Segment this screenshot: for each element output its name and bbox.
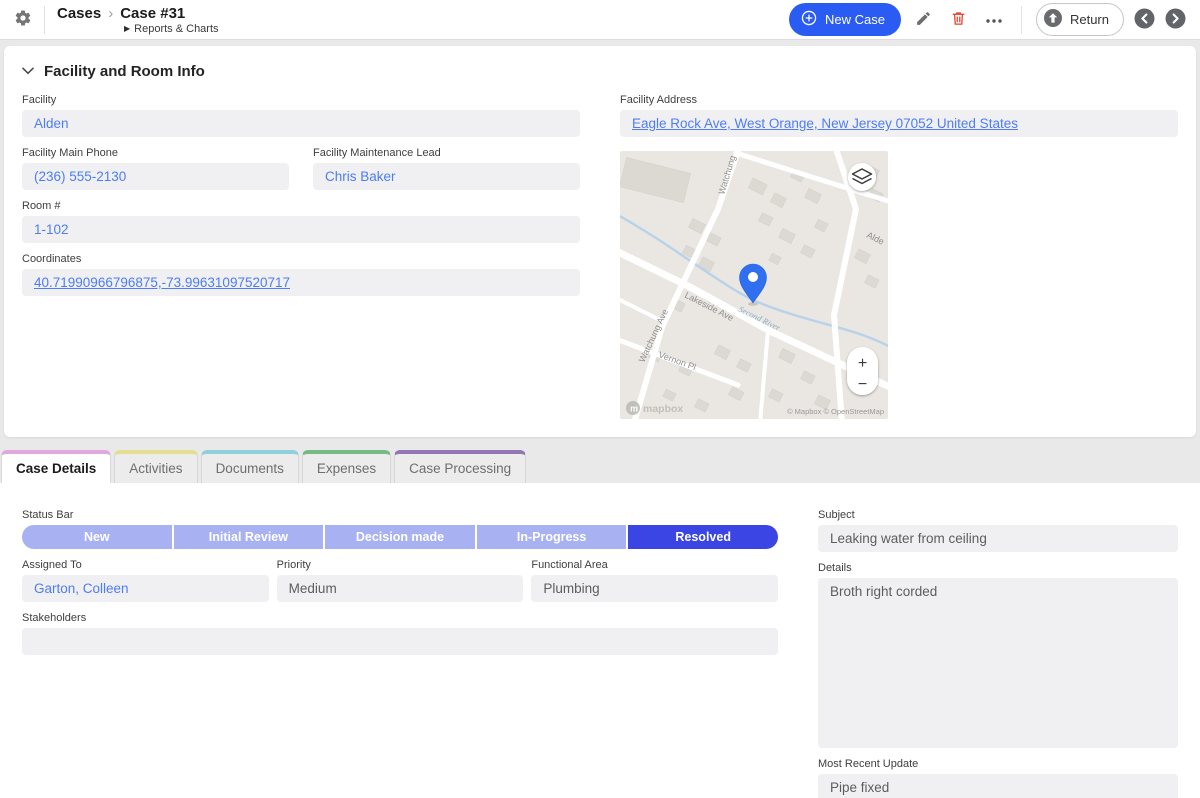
case-details-panel: Status Bar New Initial Review Decision m… bbox=[0, 483, 1200, 798]
tab-case-processing[interactable]: Case Processing bbox=[394, 450, 526, 483]
tab-expenses[interactable]: Expenses bbox=[302, 450, 391, 483]
previous-record-button[interactable] bbox=[1134, 8, 1155, 32]
priority-label: Priority bbox=[277, 559, 524, 571]
phone-value-link[interactable]: (236) 555-2130 bbox=[34, 169, 126, 184]
status-stage-decision-made: Decision made bbox=[325, 525, 475, 549]
assigned-to-value-link[interactable]: Garton, Colleen bbox=[34, 581, 129, 596]
edit-button[interactable] bbox=[911, 6, 936, 34]
breadcrumb-separator: › bbox=[108, 5, 113, 22]
maintenance-lead-label: Facility Maintenance Lead bbox=[313, 147, 580, 159]
room-value: 1-102 bbox=[34, 222, 69, 237]
breadcrumb: Cases › Case #31 ▶ Reports & Charts bbox=[57, 5, 219, 35]
reports-charts-link[interactable]: ▶ Reports & Charts bbox=[124, 23, 219, 35]
functional-area-label: Functional Area bbox=[531, 559, 778, 571]
facility-field: Alden bbox=[22, 110, 580, 137]
status-stage-in-progress: In-Progress bbox=[477, 525, 627, 549]
recent-update-label: Most Recent Update bbox=[818, 758, 1178, 770]
status-stage-resolved: Resolved bbox=[628, 525, 778, 549]
section-title: Facility and Room Info bbox=[44, 63, 205, 80]
arrow-up-circle-icon bbox=[1043, 8, 1063, 31]
gear-icon bbox=[14, 9, 32, 30]
details-field: Broth right corded bbox=[818, 578, 1178, 748]
breadcrumb-root-link[interactable]: Cases bbox=[57, 5, 101, 22]
coordinates-value-link[interactable]: 40.71990966796875,-73.99631097520717 bbox=[34, 275, 290, 290]
tab-documents[interactable]: Documents bbox=[201, 450, 299, 483]
ellipsis-icon bbox=[985, 12, 1003, 27]
chevron-left-circle-icon bbox=[1134, 8, 1155, 32]
tab-case-details[interactable]: Case Details bbox=[1, 450, 111, 483]
facility-label: Facility bbox=[22, 94, 580, 106]
recent-update-field: Pipe fixed bbox=[818, 774, 1178, 798]
details-label: Details bbox=[818, 562, 1178, 574]
status-stage-initial-review: Initial Review bbox=[174, 525, 324, 549]
new-case-button[interactable]: New Case bbox=[789, 3, 901, 36]
room-label: Room # bbox=[22, 200, 580, 212]
return-button[interactable]: Return bbox=[1036, 3, 1124, 36]
more-menu-button[interactable] bbox=[981, 8, 1007, 31]
delete-button[interactable] bbox=[946, 6, 971, 34]
assigned-to-label: Assigned To bbox=[22, 559, 269, 571]
facility-room-info-section: Facility and Room Info Facility Alden Fa… bbox=[4, 46, 1196, 437]
phone-label: Facility Main Phone bbox=[22, 147, 289, 159]
phone-field: (236) 555-2130 bbox=[22, 163, 289, 190]
status-bar-label: Status Bar bbox=[22, 509, 778, 521]
stakeholders-label: Stakeholders bbox=[22, 612, 778, 624]
status-bar: New Initial Review Decision made In-Prog… bbox=[22, 525, 778, 549]
room-field: 1-102 bbox=[22, 216, 580, 243]
svg-text:m: m bbox=[630, 404, 638, 414]
functional-area-field: Plumbing bbox=[531, 575, 778, 602]
priority-field: Medium bbox=[277, 575, 524, 602]
coordinates-field: 40.71990966796875,-73.99631097520717 bbox=[22, 269, 580, 296]
page-title: Case #31 bbox=[120, 5, 185, 22]
divider bbox=[44, 6, 45, 34]
coordinates-label: Coordinates bbox=[22, 253, 580, 265]
mapbox-logo: m mapbox bbox=[626, 401, 683, 415]
subject-label: Subject bbox=[818, 509, 1178, 521]
next-record-button[interactable] bbox=[1165, 8, 1186, 32]
zoom-in-button[interactable]: + bbox=[858, 355, 867, 372]
stakeholders-field bbox=[22, 628, 778, 655]
address-field: Eagle Rock Ave, West Orange, New Jersey … bbox=[620, 110, 1178, 137]
settings-gear-button[interactable] bbox=[10, 5, 36, 34]
subject-field: Leaking water from ceiling bbox=[818, 525, 1178, 552]
maintenance-lead-field: Chris Baker bbox=[313, 163, 580, 190]
chevron-down-icon bbox=[22, 62, 34, 80]
divider bbox=[1021, 6, 1022, 34]
section-collapse-header[interactable]: Facility and Room Info bbox=[22, 62, 1178, 80]
zoom-out-button[interactable]: − bbox=[858, 376, 867, 393]
facility-value-link[interactable]: Alden bbox=[34, 116, 69, 131]
tab-activities[interactable]: Activities bbox=[114, 450, 197, 483]
map-attribution[interactable]: © Mapbox © OpenStreetMap bbox=[787, 407, 884, 416]
plus-circle-icon bbox=[801, 10, 817, 29]
record-tabs: Case Details Activities Documents Expens… bbox=[0, 450, 1200, 483]
svg-text:mapbox: mapbox bbox=[643, 403, 683, 415]
maintenance-lead-value-link[interactable]: Chris Baker bbox=[325, 169, 396, 184]
triangle-right-icon: ▶ bbox=[124, 24, 130, 33]
status-stage-new: New bbox=[22, 525, 172, 549]
trash-icon bbox=[950, 10, 967, 30]
assigned-to-field: Garton, Colleen bbox=[22, 575, 269, 602]
address-value-link[interactable]: Eagle Rock Ave, West Orange, New Jersey … bbox=[632, 116, 1018, 131]
chevron-right-circle-icon bbox=[1165, 8, 1186, 32]
facility-map[interactable]: Watchung Watchung Ave Lakeside Ave Verno… bbox=[620, 151, 888, 419]
map-layers-button[interactable] bbox=[848, 163, 876, 191]
pencil-icon bbox=[915, 10, 932, 30]
top-bar: Cases › Case #31 ▶ Reports & Charts New … bbox=[0, 0, 1200, 40]
address-label: Facility Address bbox=[620, 94, 1178, 106]
